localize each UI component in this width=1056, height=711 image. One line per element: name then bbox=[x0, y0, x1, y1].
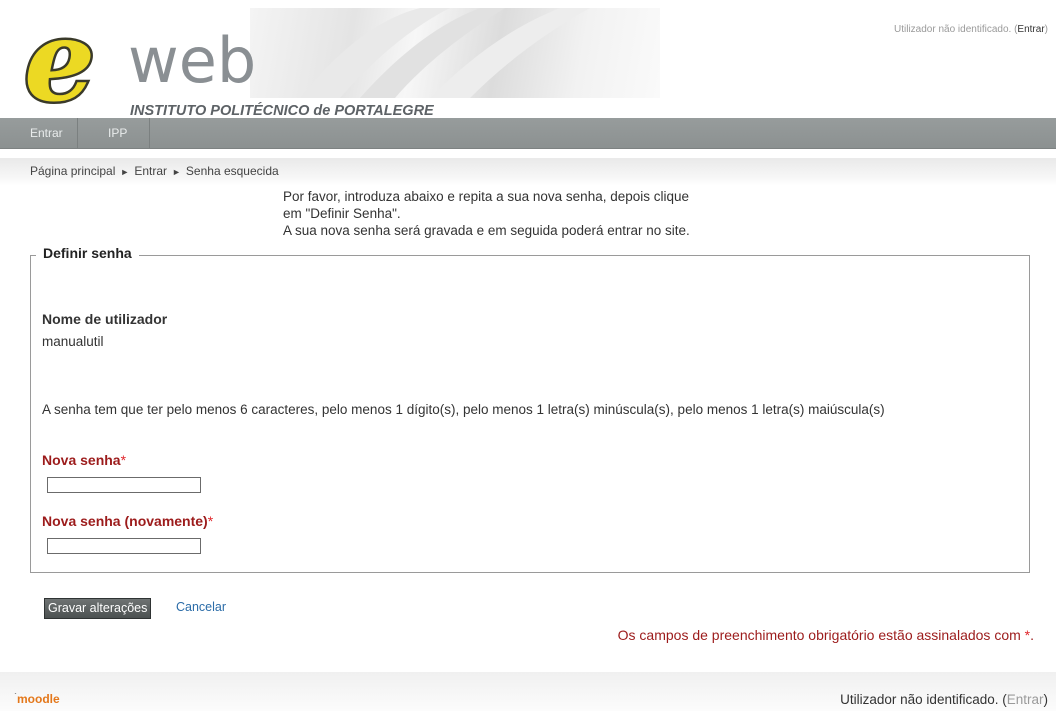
repeat-password-input[interactable] bbox=[47, 538, 201, 554]
menu-item-ipp[interactable]: IPP bbox=[96, 118, 151, 148]
eweb-logo: e e web INSTITUTO POLITÉCNICO de PORTALE… bbox=[22, 8, 590, 118]
menu-item-entrar[interactable]: Entrar bbox=[18, 118, 78, 148]
password-policy-text: A senha tem que ter pelo menos 6 caracte… bbox=[42, 402, 885, 417]
intro-text: Por favor, introduza abaixo e repita a s… bbox=[283, 188, 803, 239]
moodle-logo[interactable]: ˙moodle bbox=[14, 692, 60, 706]
logo-letter-e: e bbox=[24, 8, 95, 118]
login-info-bottom-text: Utilizador não identificado. ( bbox=[840, 692, 1007, 707]
username-label: Nome de utilizador bbox=[42, 311, 168, 327]
login-info-close: ) bbox=[1044, 24, 1048, 35]
repeat-password-label-text: Nova senha (novamente) bbox=[42, 513, 208, 529]
required-star-icon: * bbox=[120, 452, 127, 468]
intro-line-3: A sua nova senha será gravada e em segui… bbox=[283, 223, 690, 238]
required-note-end: . bbox=[1030, 627, 1034, 643]
fieldset-legend: Definir senha bbox=[36, 245, 139, 261]
username-value: manualutil bbox=[42, 334, 104, 349]
breadcrumb-current: Senha esquecida bbox=[185, 164, 279, 178]
login-info-text: Utilizador não identificado. ( bbox=[894, 24, 1018, 35]
login-info-bottom: Utilizador não identificado. (Entrar) bbox=[840, 692, 1048, 707]
breadcrumb-login[interactable]: Entrar bbox=[134, 164, 167, 178]
required-star-icon: * bbox=[207, 513, 214, 529]
login-info-top: Utilizador não identificado. (Entrar) bbox=[894, 24, 1048, 35]
new-password-input[interactable] bbox=[47, 477, 201, 493]
repeat-password-label: Nova senha (novamente)* bbox=[42, 513, 213, 529]
breadcrumb-home[interactable]: Página principal bbox=[30, 164, 115, 178]
login-link-top[interactable]: Entrar bbox=[1017, 24, 1044, 35]
breadcrumb-separator: ► bbox=[172, 167, 181, 177]
intro-line-2: em "Definir Senha". bbox=[283, 206, 401, 221]
login-link-bottom[interactable]: Entrar bbox=[1007, 692, 1044, 707]
required-note-text: Os campos de preenchimento obrigatório e… bbox=[617, 627, 1025, 643]
intro-line-1: Por favor, introduza abaixo e repita a s… bbox=[283, 189, 690, 204]
new-password-label: Nova senha* bbox=[42, 452, 126, 468]
custom-menu-bar: Entrar IPP bbox=[0, 118, 1056, 149]
cancel-link[interactable]: Cancelar bbox=[176, 600, 226, 614]
save-changes-button[interactable]: Gravar alterações bbox=[44, 598, 152, 619]
moodle-logo-text: moodle bbox=[17, 692, 60, 706]
new-password-label-text: Nova senha bbox=[42, 452, 121, 468]
required-fields-note: Os campos de preenchimento obrigatório e… bbox=[618, 627, 1034, 643]
breadcrumb-separator: ► bbox=[120, 167, 130, 177]
logo-word-web: web bbox=[128, 24, 256, 97]
institution-name: INSTITUTO POLITÉCNICO de PORTALEGRE bbox=[130, 102, 435, 118]
breadcrumb: Página principal ► Entrar ► Senha esquecida bbox=[0, 158, 1056, 186]
page-header: e e web INSTITUTO POLITÉCNICO de PORTALE… bbox=[0, 0, 1056, 118]
site-banner: e e web INSTITUTO POLITÉCNICO de PORTALE… bbox=[0, 8, 660, 118]
login-info-bottom-close: ) bbox=[1043, 692, 1049, 707]
